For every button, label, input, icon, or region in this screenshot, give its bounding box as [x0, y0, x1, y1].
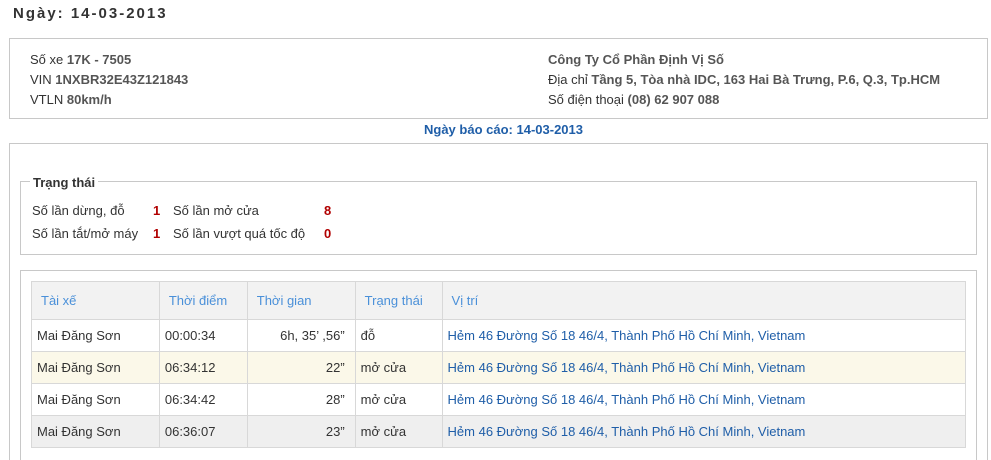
- speed-limit-line: VTLN 80km/h: [30, 90, 188, 110]
- company-name: Công Ty Cổ Phần Định Vị Số: [548, 52, 724, 67]
- column-header-duration[interactable]: Thời gian: [246, 281, 356, 320]
- stops-label: Số lần dừng, đỗ: [32, 203, 125, 218]
- cell-duration: 22”: [246, 351, 356, 384]
- phone-label: Số điện thoại: [548, 92, 624, 107]
- vin-line: VIN 1NXBR32E43Z121843: [30, 70, 188, 90]
- cell-duration: 28”: [246, 383, 356, 416]
- cell-time: 06:36:07: [158, 415, 248, 448]
- engine-label: Số lần tắt/mở máy: [32, 226, 139, 241]
- vehicle-info-panel: Số xe 17K - 7505 VIN 1NXBR32E43Z121843 V…: [9, 38, 988, 119]
- cell-status: mở cửa: [354, 351, 443, 384]
- report-date-value: 14-03-2013: [516, 122, 583, 137]
- plate-value: 17K - 7505: [66, 52, 132, 67]
- cell-location-link[interactable]: Hẻm 46 Đường Số 18 46/4, Thành Phố Hồ Ch…: [441, 415, 967, 448]
- cell-time: 00:00:34: [158, 319, 248, 352]
- cell-time: 06:34:42: [158, 383, 248, 416]
- plate-line: Số xe 17K - 7505: [30, 50, 188, 70]
- overspeed-count: 0: [324, 226, 332, 241]
- activity-table: Tài xế Thời điểm Thời gian Trạng thái Vị…: [31, 281, 967, 448]
- cell-driver: Mai Đăng Sơn: [31, 319, 160, 352]
- phone-line: Số điện thoại (08) 62 907 088: [548, 90, 940, 110]
- page-title: Ngày: 14-03-2013: [13, 5, 168, 22]
- table-row: Mai Đăng Sơn 06:34:42 28” mở cửa Hẻm 46 …: [31, 383, 967, 416]
- address-label: Địa chỉ: [548, 72, 588, 87]
- cell-location-link[interactable]: Hẻm 46 Đường Số 18 46/4, Thành Phố Hồ Ch…: [441, 351, 967, 384]
- vin-label: VIN: [30, 72, 52, 87]
- door-label: Số lần mở cửa: [173, 203, 259, 218]
- cell-driver: Mai Đăng Sơn: [31, 383, 160, 416]
- table-row: Mai Đăng Sơn 06:36:07 23” mở cửa Hẻm 46 …: [31, 415, 967, 448]
- cell-status: mở cửa: [354, 383, 443, 416]
- cell-location-link[interactable]: Hẻm 46 Đường Số 18 46/4, Thành Phố Hồ Ch…: [441, 383, 967, 416]
- column-header-status[interactable]: Trạng thái: [354, 281, 443, 320]
- speed-limit-value: 80km/h: [66, 92, 112, 107]
- cell-status: mở cửa: [354, 415, 443, 448]
- table-header-row: Tài xế Thời điểm Thời gian Trạng thái Vị…: [31, 281, 967, 320]
- vin-value: 1NXBR32E43Z121843: [55, 72, 189, 87]
- stops-count: 1: [153, 203, 161, 218]
- column-header-driver[interactable]: Tài xế: [31, 281, 160, 320]
- column-header-time[interactable]: Thời điểm: [158, 281, 248, 320]
- report-date-label: Ngày báo cáo:: [424, 122, 513, 137]
- status-legend: Trạng thái: [30, 175, 99, 190]
- table-row: Mai Đăng Sơn 06:34:12 22” mở cửa Hẻm 46 …: [31, 351, 967, 384]
- company-details: Công Ty Cổ Phần Định Vị Số Địa chỉ Tầng …: [548, 50, 940, 110]
- cell-driver: Mai Đăng Sơn: [31, 351, 160, 384]
- plate-label: Số xe: [30, 52, 64, 67]
- overspeed-label: Số lần vượt quá tốc độ: [173, 226, 306, 241]
- status-fieldset: [20, 181, 977, 255]
- engine-count: 1: [153, 226, 161, 241]
- cell-duration: 23”: [246, 415, 356, 448]
- phone-value: (08) 62 907 088: [627, 92, 720, 107]
- address-line: Địa chỉ Tầng 5, Tòa nhà IDC, 163 Hai Bà …: [548, 70, 940, 90]
- cell-status: đỗ: [354, 319, 443, 352]
- address-value: Tầng 5, Tòa nhà IDC, 163 Hai Bà Trưng, P…: [591, 72, 941, 87]
- table-row: Mai Đăng Sơn 00:00:34 6h, 35’ ,56” đỗ Hẻ…: [31, 319, 967, 352]
- cell-location-link[interactable]: Hẻm 46 Đường Số 18 46/4, Thành Phố Hồ Ch…: [441, 319, 967, 352]
- door-count: 8: [324, 203, 332, 218]
- speed-limit-label: VTLN: [30, 92, 64, 107]
- cell-duration: 6h, 35’ ,56”: [246, 319, 356, 352]
- cell-time: 06:34:12: [158, 351, 248, 384]
- column-header-location[interactable]: Vị trí: [441, 281, 967, 320]
- report-date: Ngày báo cáo: 14-03-2013: [0, 122, 991, 137]
- cell-driver: Mai Đăng Sơn: [31, 415, 160, 448]
- vehicle-details: Số xe 17K - 7505 VIN 1NXBR32E43Z121843 V…: [30, 50, 188, 110]
